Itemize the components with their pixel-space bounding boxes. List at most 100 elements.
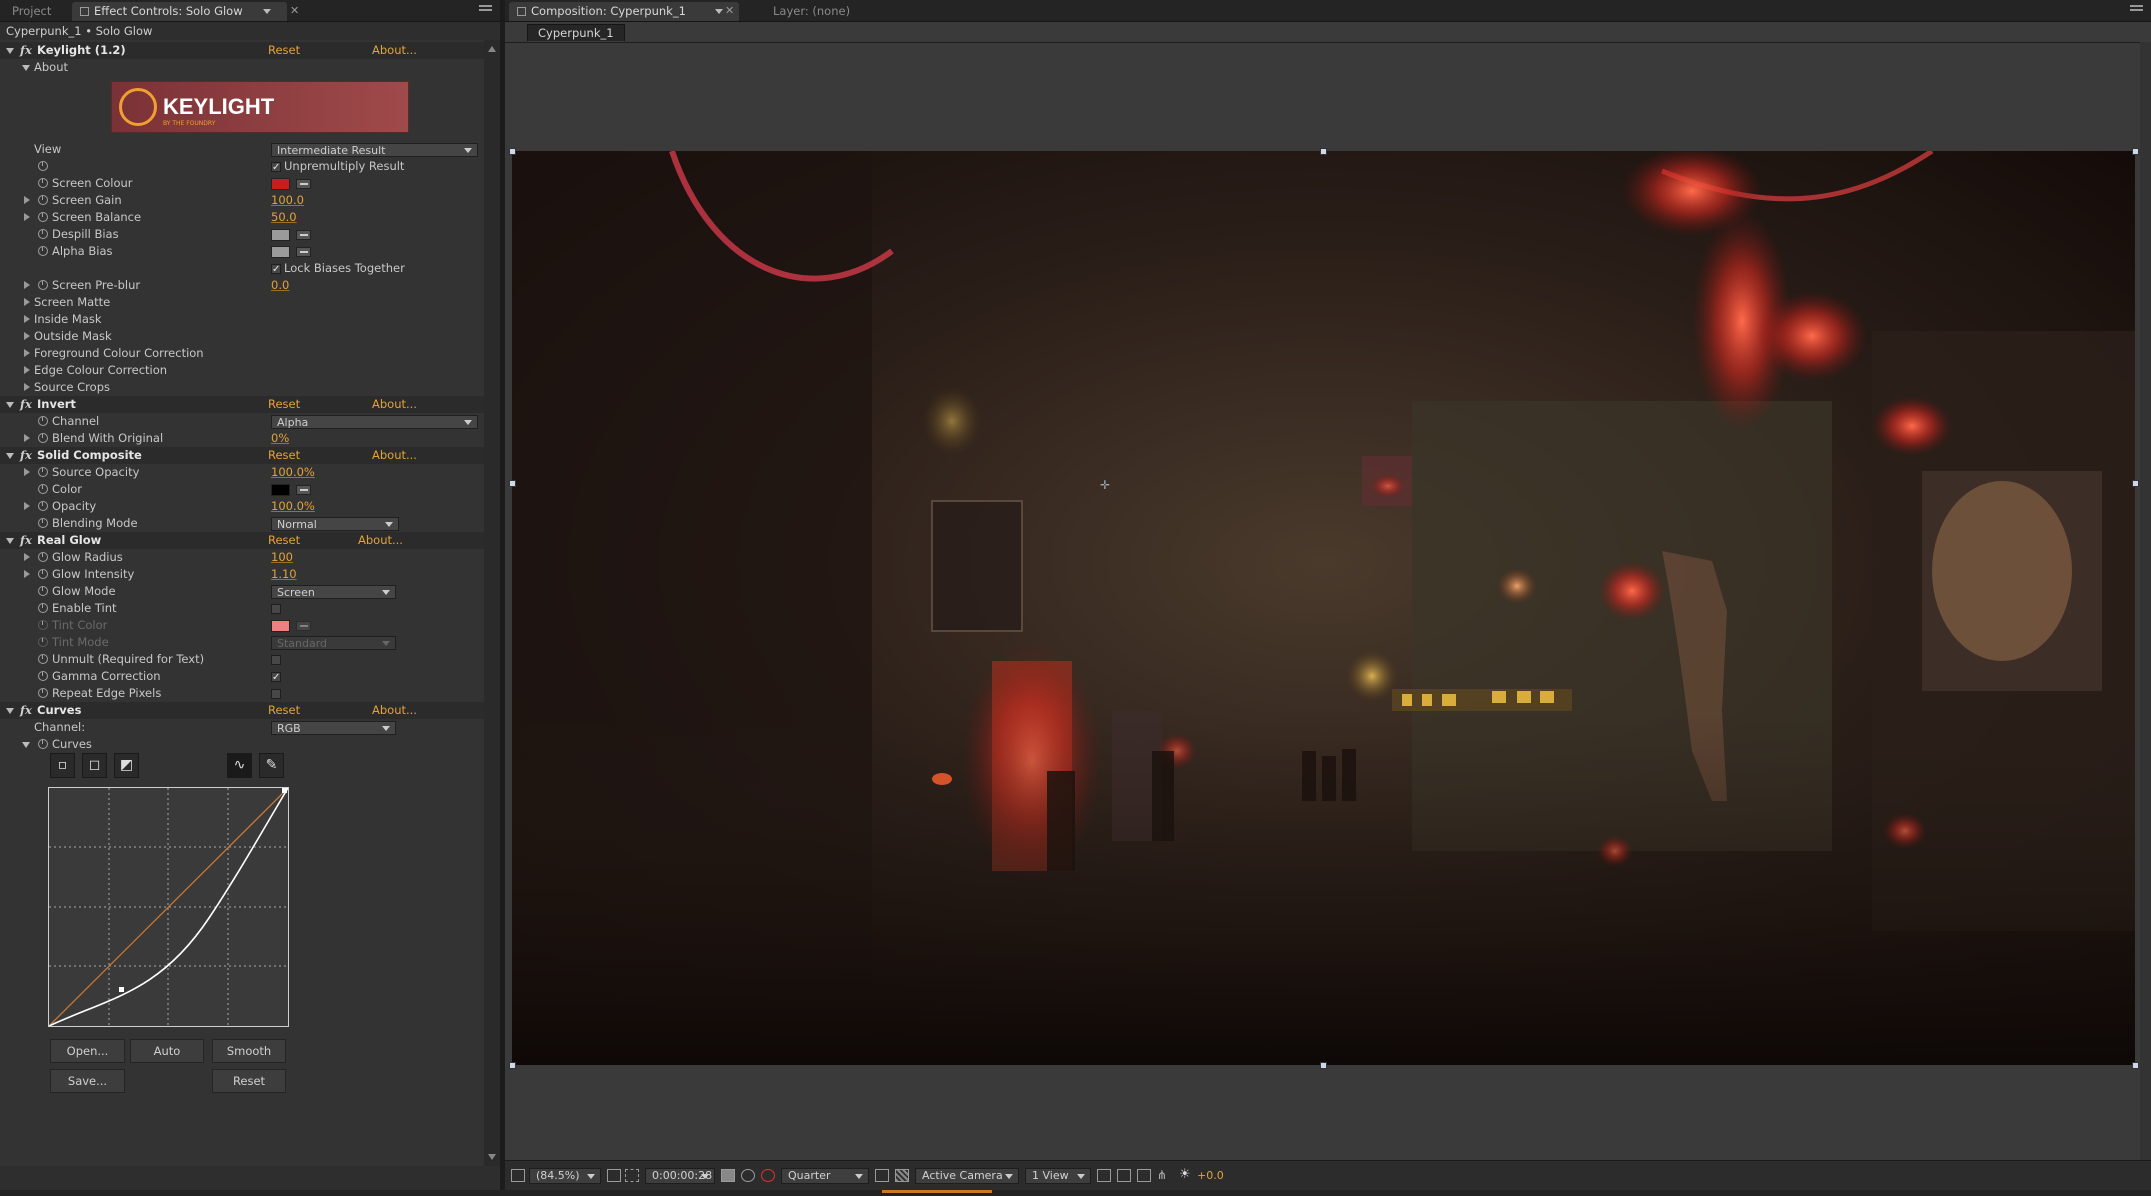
collapse-triangle-icon[interactable] — [6, 538, 14, 544]
effect-curves-header[interactable]: fx Curves Reset About... — [0, 702, 484, 719]
stopwatch-icon[interactable] — [38, 501, 48, 511]
about-group[interactable]: About — [0, 59, 484, 76]
panel-menu-icon[interactable] — [479, 5, 492, 15]
effect-keylight-header[interactable]: fx Keylight (1.2) Reset About... — [0, 42, 484, 59]
expand-triangle-icon[interactable] — [24, 383, 30, 391]
flowchart-icon[interactable]: ⋔ — [1157, 1169, 1171, 1182]
stopwatch-icon[interactable] — [38, 586, 48, 596]
curves-group[interactable]: Curves — [0, 736, 484, 753]
scroll-down-icon[interactable] — [488, 1154, 496, 1160]
screen-colour-swatch[interactable] — [271, 178, 290, 190]
lock-biases-checkbox[interactable]: ✓ — [271, 264, 281, 275]
glow-intensity-value[interactable]: 1.10 — [271, 566, 297, 583]
group-screen-matte[interactable]: Screen Matte — [0, 294, 484, 311]
stopwatch-icon[interactable] — [38, 433, 48, 443]
despill-bias-swatch[interactable] — [271, 229, 290, 241]
unmult-checkbox[interactable] — [271, 655, 281, 665]
fx-icon[interactable]: fx — [20, 396, 32, 413]
expand-triangle-icon[interactable] — [24, 332, 30, 340]
anchor-point-icon[interactable]: ✛ — [1100, 478, 1110, 492]
transform-handle[interactable] — [2132, 480, 2139, 487]
group-inside-mask[interactable]: Inside Mask — [0, 311, 484, 328]
curves-reset-button[interactable]: Reset — [212, 1069, 286, 1093]
comp-subtab[interactable]: Cyperpunk_1 — [527, 24, 625, 41]
lock-icon[interactable] — [80, 7, 89, 16]
curves-graph[interactable] — [48, 787, 289, 1027]
unpremultiply-checkbox[interactable]: ✓ — [271, 162, 281, 173]
transform-handle[interactable] — [2132, 1062, 2139, 1069]
fast-previews-icon[interactable] — [875, 1169, 889, 1182]
stopwatch-icon[interactable] — [38, 416, 48, 426]
eyedropper-icon[interactable] — [296, 485, 311, 495]
exposure-icon[interactable]: ☀ — [1179, 1168, 1193, 1182]
large-grid-icon[interactable]: ◩ — [114, 753, 139, 778]
view-dropdown[interactable]: Intermediate Result — [271, 143, 478, 157]
expand-triangle-icon[interactable] — [24, 196, 30, 204]
camera-snapshot-icon[interactable] — [721, 1169, 735, 1182]
scroll-up-icon[interactable] — [488, 46, 496, 52]
reset-link[interactable]: Reset — [268, 532, 300, 549]
expand-triangle-icon[interactable] — [24, 281, 30, 289]
color-channels-icon[interactable] — [761, 1169, 775, 1182]
stopwatch-icon[interactable] — [38, 195, 48, 205]
collapse-triangle-icon[interactable] — [6, 708, 14, 714]
fx-icon[interactable]: fx — [20, 532, 32, 549]
stopwatch-icon[interactable] — [38, 178, 48, 188]
expand-triangle-icon[interactable] — [24, 570, 30, 578]
reset-link[interactable]: Reset — [268, 702, 300, 719]
collapse-triangle-icon[interactable] — [22, 65, 30, 71]
composition-viewer[interactable]: ✛ — [505, 42, 2151, 1160]
toggle-pixel-aspect-icon[interactable] — [1097, 1169, 1111, 1182]
eyedropper-icon[interactable] — [296, 621, 311, 631]
about-link[interactable]: About... — [372, 447, 417, 464]
screen-gain-value[interactable]: 100.0 — [271, 192, 304, 209]
tint-mode-dropdown[interactable]: Standard — [271, 636, 396, 650]
expand-triangle-icon[interactable] — [24, 366, 30, 374]
view-layout-dropdown[interactable]: 1 View — [1025, 1168, 1091, 1184]
stopwatch-icon[interactable] — [38, 620, 48, 630]
reset-link[interactable]: Reset — [268, 396, 300, 413]
collapse-triangle-icon[interactable] — [6, 402, 14, 408]
eyedropper-icon[interactable] — [296, 179, 311, 189]
tab-effect-controls[interactable]: Effect Controls: Solo Glow — [72, 2, 287, 21]
effect-invert-header[interactable]: fx Invert Reset About... — [0, 396, 484, 413]
enable-tint-checkbox[interactable] — [271, 604, 281, 614]
expand-triangle-icon[interactable] — [24, 315, 30, 323]
curves-graph-svg[interactable] — [48, 787, 289, 1027]
collapse-triangle-icon[interactable] — [22, 742, 30, 748]
resolution-dropdown[interactable]: Quarter — [781, 1168, 869, 1184]
tab-project[interactable]: Project — [4, 2, 59, 21]
stopwatch-icon[interactable] — [38, 467, 48, 477]
panel-menu-icon[interactable] — [2130, 5, 2143, 15]
stopwatch-icon[interactable] — [38, 654, 48, 664]
glow-mode-dropdown[interactable]: Screen — [271, 585, 396, 599]
stopwatch-icon[interactable] — [38, 739, 48, 749]
effect-solid-composite-header[interactable]: fx Solid Composite Reset About... — [0, 447, 484, 464]
pencil-icon[interactable]: ✎ — [259, 753, 284, 778]
exposure-value[interactable]: +0.0 — [1197, 1169, 1224, 1182]
blend-value[interactable]: 0% — [271, 430, 289, 447]
timeline-icon[interactable] — [1137, 1169, 1151, 1182]
fx-icon[interactable]: fx — [20, 447, 32, 464]
stopwatch-icon[interactable] — [38, 552, 48, 562]
expand-triangle-icon[interactable] — [24, 553, 30, 561]
reset-link[interactable]: Reset — [268, 447, 300, 464]
collapse-triangle-icon[interactable] — [6, 48, 14, 54]
stopwatch-icon[interactable] — [38, 637, 48, 647]
color-swatch[interactable] — [271, 484, 290, 496]
about-link[interactable]: About... — [372, 702, 417, 719]
stopwatch-icon[interactable] — [38, 229, 48, 239]
lock-icon[interactable] — [517, 7, 526, 16]
fx-icon[interactable]: fx — [20, 702, 32, 719]
region-of-interest-icon[interactable] — [625, 1169, 639, 1182]
transform-handle[interactable] — [509, 148, 516, 155]
curve-endpoint[interactable] — [282, 788, 287, 793]
small-grid-icon[interactable]: ▫ — [50, 753, 75, 778]
magnification-dropdown[interactable]: (84.5%) — [529, 1168, 601, 1184]
repeat-edge-checkbox[interactable] — [271, 689, 281, 699]
stopwatch-icon[interactable] — [38, 246, 48, 256]
eyedropper-icon[interactable] — [296, 230, 311, 240]
close-icon[interactable]: ✕ — [725, 4, 734, 17]
tab-composition[interactable]: Composition: Cyperpunk_1 — [509, 2, 739, 21]
stopwatch-icon[interactable] — [38, 280, 48, 290]
